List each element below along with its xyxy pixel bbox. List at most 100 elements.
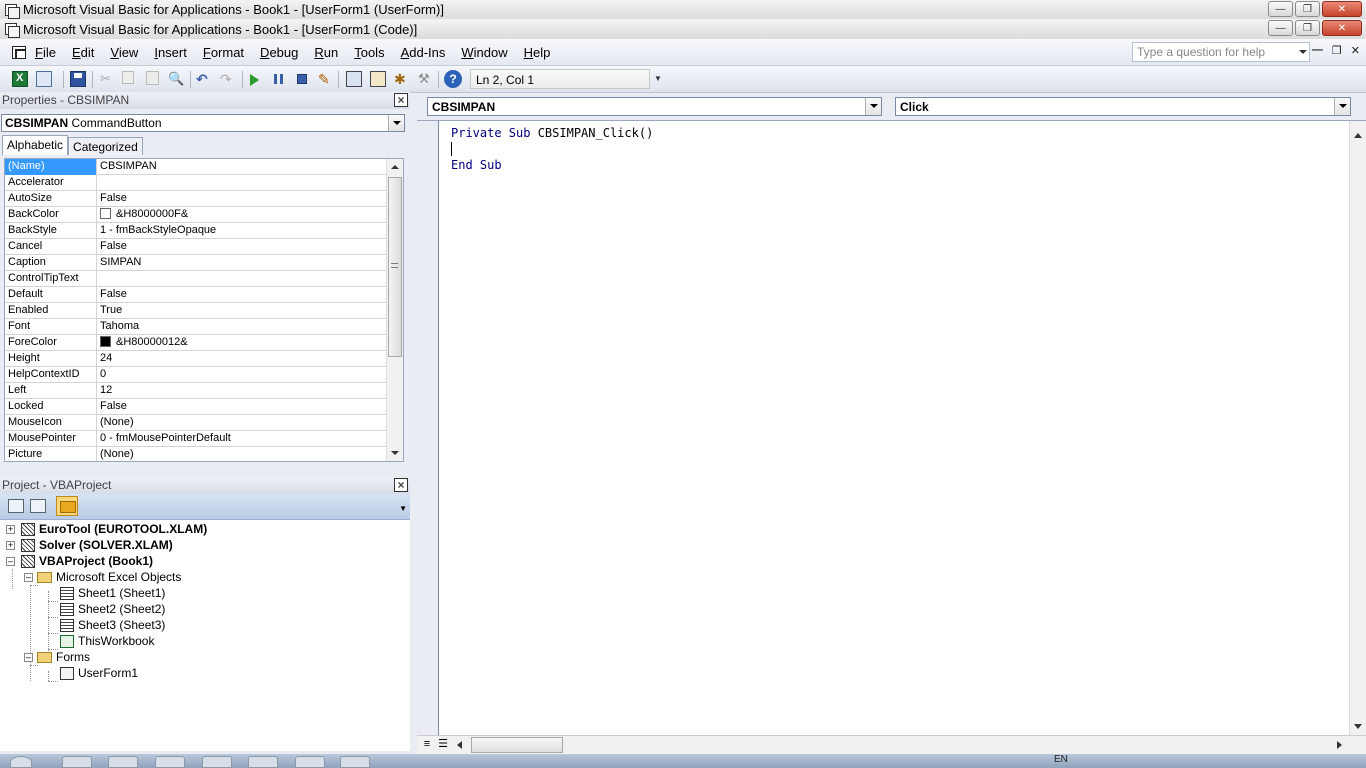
close-icon[interactable]: ×: [394, 478, 408, 492]
property-row[interactable]: BackStyle 1 - fmBackStyleOpaque: [5, 223, 387, 239]
property-value[interactable]: &H80000012&: [97, 335, 387, 351]
chevron-down-icon[interactable]: [1334, 98, 1350, 115]
scroll-right-icon[interactable]: [1337, 741, 1342, 749]
menu-tools[interactable]: Tools: [354, 45, 392, 60]
view-code-icon[interactable]: [8, 499, 24, 513]
menu-window[interactable]: Window: [461, 45, 515, 60]
expand-icon[interactable]: +: [6, 540, 15, 550]
property-value[interactable]: False: [97, 399, 387, 415]
property-value[interactable]: (None): [97, 415, 387, 431]
scroll-down-icon[interactable]: [391, 451, 399, 455]
tab-categorized[interactable]: Categorized: [68, 137, 143, 155]
copy-icon[interactable]: [122, 71, 134, 84]
tree-node-solver[interactable]: + Solver (SOLVER.XLAM): [6, 537, 173, 553]
redo-icon[interactable]: ↷: [220, 71, 236, 87]
menu-insert[interactable]: Insert: [154, 45, 195, 60]
cut-icon[interactable]: ✂: [100, 71, 116, 87]
menu-run[interactable]: Run: [314, 45, 346, 60]
toolbar-options-icon[interactable]: ▼: [654, 74, 662, 83]
tree-node-thisworkbook[interactable]: ThisWorkbook: [60, 633, 154, 649]
tree-node-sheet2[interactable]: Sheet2 (Sheet2): [60, 601, 165, 617]
object-combo[interactable]: CBSIMPAN: [427, 97, 882, 116]
object-browser-icon[interactable]: ✱: [394, 71, 410, 87]
chevron-down-icon[interactable]: [388, 115, 404, 131]
toggle-folders-icon[interactable]: [56, 496, 78, 516]
property-row[interactable]: Height 24: [5, 351, 387, 367]
code-text[interactable]: Private Sub CBSIMPAN_Click() End Sub: [451, 125, 653, 173]
property-row[interactable]: HelpContextID 0: [5, 367, 387, 383]
property-row[interactable]: MouseIcon (None): [5, 415, 387, 431]
full-module-view-icon[interactable]: ☰: [436, 738, 450, 752]
property-value[interactable]: Tahoma: [97, 319, 387, 335]
view-object-icon[interactable]: [30, 499, 46, 513]
tree-node-excel-objects[interactable]: – Microsoft Excel Objects: [24, 569, 181, 585]
tree-node-vbaproject[interactable]: – VBAProject (Book1): [6, 553, 153, 569]
menu-debug[interactable]: Debug: [260, 45, 306, 60]
run-icon[interactable]: [250, 74, 259, 86]
restore-button[interactable]: ❐: [1295, 1, 1320, 17]
properties-title[interactable]: Properties - CBSIMPAN ×: [0, 92, 410, 109]
property-value[interactable]: 0 - fmMousePointerDefault: [97, 431, 387, 447]
help-icon[interactable]: ?: [444, 70, 462, 88]
collapse-icon[interactable]: –: [6, 556, 15, 566]
property-value[interactable]: True: [97, 303, 387, 319]
project-title[interactable]: Project - VBAProject ×: [0, 477, 410, 494]
taskbar-app-icon[interactable]: [155, 756, 185, 768]
property-row[interactable]: AutoSize False: [5, 191, 387, 207]
tree-node-sheet1[interactable]: Sheet1 (Sheet1): [60, 585, 165, 601]
property-row[interactable]: ForeColor &H80000012&: [5, 335, 387, 351]
scroll-up-icon[interactable]: [1354, 133, 1362, 138]
project-explorer-icon[interactable]: [346, 71, 362, 87]
property-row[interactable]: Cancel False: [5, 239, 387, 255]
property-row[interactable]: Caption SIMPAN: [5, 255, 387, 271]
code-window-close-button[interactable]: ✕: [1351, 44, 1360, 57]
code-editor[interactable]: Private Sub CBSIMPAN_Click() End Sub ≡ ☰: [417, 120, 1366, 755]
break-icon[interactable]: [274, 74, 283, 84]
property-value[interactable]: 12: [97, 383, 387, 399]
tree-node-eurotool[interactable]: + EuroTool (EUROTOOL.XLAM): [6, 521, 207, 537]
property-value[interactable]: 1 - fmBackStyleOpaque: [97, 223, 387, 239]
start-button[interactable]: [10, 756, 32, 768]
scroll-up-icon[interactable]: [391, 165, 399, 169]
code-vertical-scrollbar[interactable]: [1349, 121, 1366, 735]
tree-node-sheet3[interactable]: Sheet3 (Sheet3): [60, 617, 165, 633]
toolbox-icon[interactable]: ⚒: [418, 71, 434, 87]
chevron-down-icon[interactable]: [1299, 50, 1307, 54]
taskbar-app-icon[interactable]: [295, 756, 325, 768]
property-value[interactable]: (None): [97, 447, 387, 461]
code-window-icon[interactable]: [12, 45, 26, 59]
taskbar-excel-icon[interactable]: [248, 756, 278, 768]
property-row[interactable]: Accelerator: [5, 175, 387, 191]
property-value[interactable]: False: [97, 191, 387, 207]
code-window-restore-button[interactable]: ❐: [1332, 44, 1342, 57]
scroll-down-icon[interactable]: [1354, 724, 1362, 729]
menu-add-ins[interactable]: Add-Ins: [401, 45, 454, 60]
design-mode-icon[interactable]: ✎: [318, 71, 334, 87]
find-icon[interactable]: 🔍: [168, 71, 184, 87]
code-window-minimize-button[interactable]: —: [1312, 44, 1323, 57]
property-row[interactable]: ControlTipText: [5, 271, 387, 287]
chevron-down-icon[interactable]: [865, 98, 881, 115]
property-grid-scrollbar[interactable]: [386, 159, 403, 461]
menu-view[interactable]: View: [110, 45, 146, 60]
property-value[interactable]: [97, 175, 387, 191]
property-row[interactable]: Font Tahoma: [5, 319, 387, 335]
taskbar-explorer-icon[interactable]: [62, 756, 92, 768]
undo-icon[interactable]: ↶: [196, 71, 212, 87]
tab-alphabetic[interactable]: Alphabetic: [2, 135, 69, 155]
collapse-icon[interactable]: –: [24, 652, 33, 662]
close-button[interactable]: ✕: [1322, 20, 1362, 36]
property-value[interactable]: False: [97, 287, 387, 303]
property-value[interactable]: 0: [97, 367, 387, 383]
help-search-input[interactable]: Type a question for help: [1132, 42, 1310, 62]
property-value[interactable]: CBSIMPAN: [97, 159, 387, 175]
tree-node-forms[interactable]: – Forms: [24, 649, 90, 665]
property-row[interactable]: Default False: [5, 287, 387, 303]
property-value[interactable]: 24: [97, 351, 387, 367]
background-window-titlebar[interactable]: Microsoft Visual Basic for Applications …: [0, 0, 1366, 19]
minimize-button[interactable]: —: [1268, 1, 1293, 17]
property-row[interactable]: Picture (None): [5, 447, 387, 461]
property-row[interactable]: MousePointer 0 - fmMousePointerDefault: [5, 431, 387, 447]
menu-edit[interactable]: Edit: [72, 45, 102, 60]
tree-node-userform1[interactable]: UserForm1: [60, 665, 138, 681]
